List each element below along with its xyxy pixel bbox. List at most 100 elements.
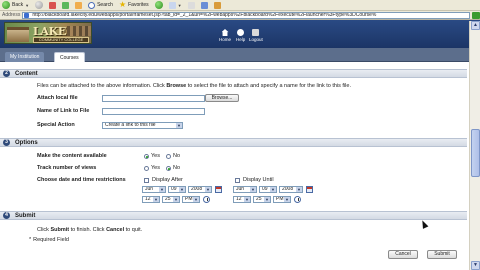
tools-button[interactable] [213, 1, 221, 9]
chevron-down-icon: ▼ [245, 197, 249, 202]
scroll-down-arrow-icon[interactable]: ▼ [471, 261, 480, 270]
tab-bar: My Institution Courses [0, 48, 480, 62]
content-description: Files can be attached to the above infor… [37, 83, 351, 89]
no-label: No [173, 153, 181, 159]
required-field-note: * Required Field [29, 237, 69, 243]
edit-icon [200, 1, 208, 9]
after-minute-select[interactable]: 25 ▼ [162, 196, 180, 203]
search-icon [88, 1, 96, 9]
yes-label: Yes [151, 153, 160, 159]
chevron-down-icon: ▼ [297, 187, 301, 192]
section-number: 2 [3, 70, 10, 77]
track-views-label: Track number of views [37, 165, 97, 171]
home-link[interactable]: Home [219, 29, 231, 42]
go-button[interactable] [472, 11, 480, 19]
scrollbar-thumb[interactable] [471, 129, 480, 177]
chevron-down-icon: ▼ [177, 2, 182, 8]
mouse-cursor [419, 219, 429, 229]
until-hour-select[interactable]: 12 ▼ [233, 196, 251, 203]
edit-button[interactable] [200, 1, 208, 9]
tab-courses[interactable]: Courses [54, 52, 85, 62]
logo-subtitle: COMMUNITY COLLEGE [33, 37, 89, 43]
page-icon [24, 12, 30, 18]
display-after-checkbox[interactable] [144, 178, 149, 183]
content-section-header: 2 Content [0, 69, 467, 78]
history-icon [154, 1, 163, 9]
submit-button[interactable]: Submit [427, 250, 457, 259]
no-label: No [173, 165, 181, 171]
until-minute-select[interactable]: 25 ▼ [253, 196, 271, 203]
logo-building-image [7, 27, 29, 42]
display-until-label: Display Until [243, 177, 274, 183]
track-views-yes-radio[interactable] [144, 166, 149, 171]
date-restrictions-label: Choose date and time restrictions [37, 177, 126, 183]
special-action-select[interactable]: Create a link to this file ▼ [102, 122, 183, 129]
section-title: Submit [15, 212, 36, 219]
track-views-no-radio[interactable] [166, 166, 171, 171]
make-available-yes-radio[interactable] [144, 154, 149, 159]
submit-section-header: 4 Submit [0, 211, 467, 220]
chevron-down-icon: ▼ [265, 197, 269, 202]
url-text: http://blackboard.lakecity.edu/webapps/p… [32, 11, 377, 18]
scroll-up-arrow-icon[interactable]: ▲ [471, 21, 480, 30]
after-ampm-select[interactable]: PM ▼ [182, 196, 200, 203]
clock-icon[interactable] [294, 196, 301, 203]
section-number: 4 [3, 212, 10, 219]
back-button[interactable]: Back ▼ [2, 1, 29, 9]
address-label: Address [2, 12, 21, 18]
search-button[interactable]: Search [88, 1, 113, 9]
calendar-icon[interactable] [215, 186, 222, 193]
vertical-scrollbar[interactable]: ▲ ▼ [469, 21, 480, 270]
link-name-label: Name of Link to File [37, 108, 90, 114]
until-day-select[interactable]: 09 ▼ [259, 186, 277, 193]
star-icon: ★ [118, 0, 127, 9]
forward-button[interactable] [35, 1, 44, 9]
clock-icon[interactable] [203, 196, 210, 203]
section-title: Content [15, 70, 38, 77]
make-available-label: Make the content available [37, 153, 107, 159]
section-title: Options [15, 139, 38, 146]
logout-link[interactable]: Logout [249, 29, 263, 42]
attach-file-input[interactable] [102, 95, 205, 102]
help-icon [237, 29, 245, 36]
print-button[interactable] [187, 1, 195, 9]
until-month-select[interactable]: Jun ▼ [233, 186, 257, 193]
tab-my-institution[interactable]: My Institution [5, 52, 45, 62]
after-hour-select[interactable]: 12 ▼ [142, 196, 160, 203]
home-icon [75, 1, 83, 9]
browser-toolbar: Back ▼ Search ★ Favorites ▼ [0, 0, 480, 11]
make-available-no-radio[interactable] [166, 154, 171, 159]
link-name-input[interactable] [102, 108, 205, 115]
calendar-icon[interactable] [306, 186, 313, 193]
chevron-down-icon: ▼ [177, 123, 181, 128]
mail-button[interactable]: ▼ [168, 1, 182, 9]
address-input[interactable]: http://blackboard.lakecity.edu/webapps/p… [22, 11, 470, 19]
display-after-label: Display After [152, 177, 183, 183]
tools-icon [213, 1, 221, 9]
chevron-down-icon: ▼ [206, 187, 210, 192]
college-logo[interactable]: LAKE CITY COMMUNITY COLLEGE [4, 22, 92, 44]
chevron-down-icon: ▼ [251, 187, 255, 192]
after-year-select[interactable]: 2008 ▼ [188, 186, 212, 193]
history-button[interactable] [154, 1, 163, 9]
browse-button[interactable]: Browse... [205, 94, 239, 102]
help-link[interactable]: Help [236, 29, 245, 42]
options-section-header: 3 Options [0, 138, 467, 147]
until-year-select[interactable]: 2008 ▼ [279, 186, 303, 193]
until-ampm-select[interactable]: PM ▼ [273, 196, 291, 203]
stop-icon [49, 1, 57, 9]
refresh-button[interactable] [62, 1, 70, 9]
cancel-button[interactable]: Cancel [388, 250, 418, 259]
display-until-checkbox[interactable] [235, 178, 240, 183]
stop-button[interactable] [49, 1, 57, 9]
after-day-select[interactable]: 09 ▼ [168, 186, 186, 193]
favorites-button[interactable]: ★ Favorites [119, 1, 149, 9]
chevron-down-icon: ▼ [180, 187, 184, 192]
back-arrow-icon [2, 1, 10, 9]
special-action-label: Special Action [37, 122, 75, 128]
attach-file-label: Attach local file [37, 95, 78, 101]
home-toolbar-button[interactable] [75, 1, 83, 9]
after-month-select[interactable]: Jun ▼ [142, 186, 166, 193]
logout-icon [252, 29, 260, 36]
mail-icon [168, 1, 176, 9]
